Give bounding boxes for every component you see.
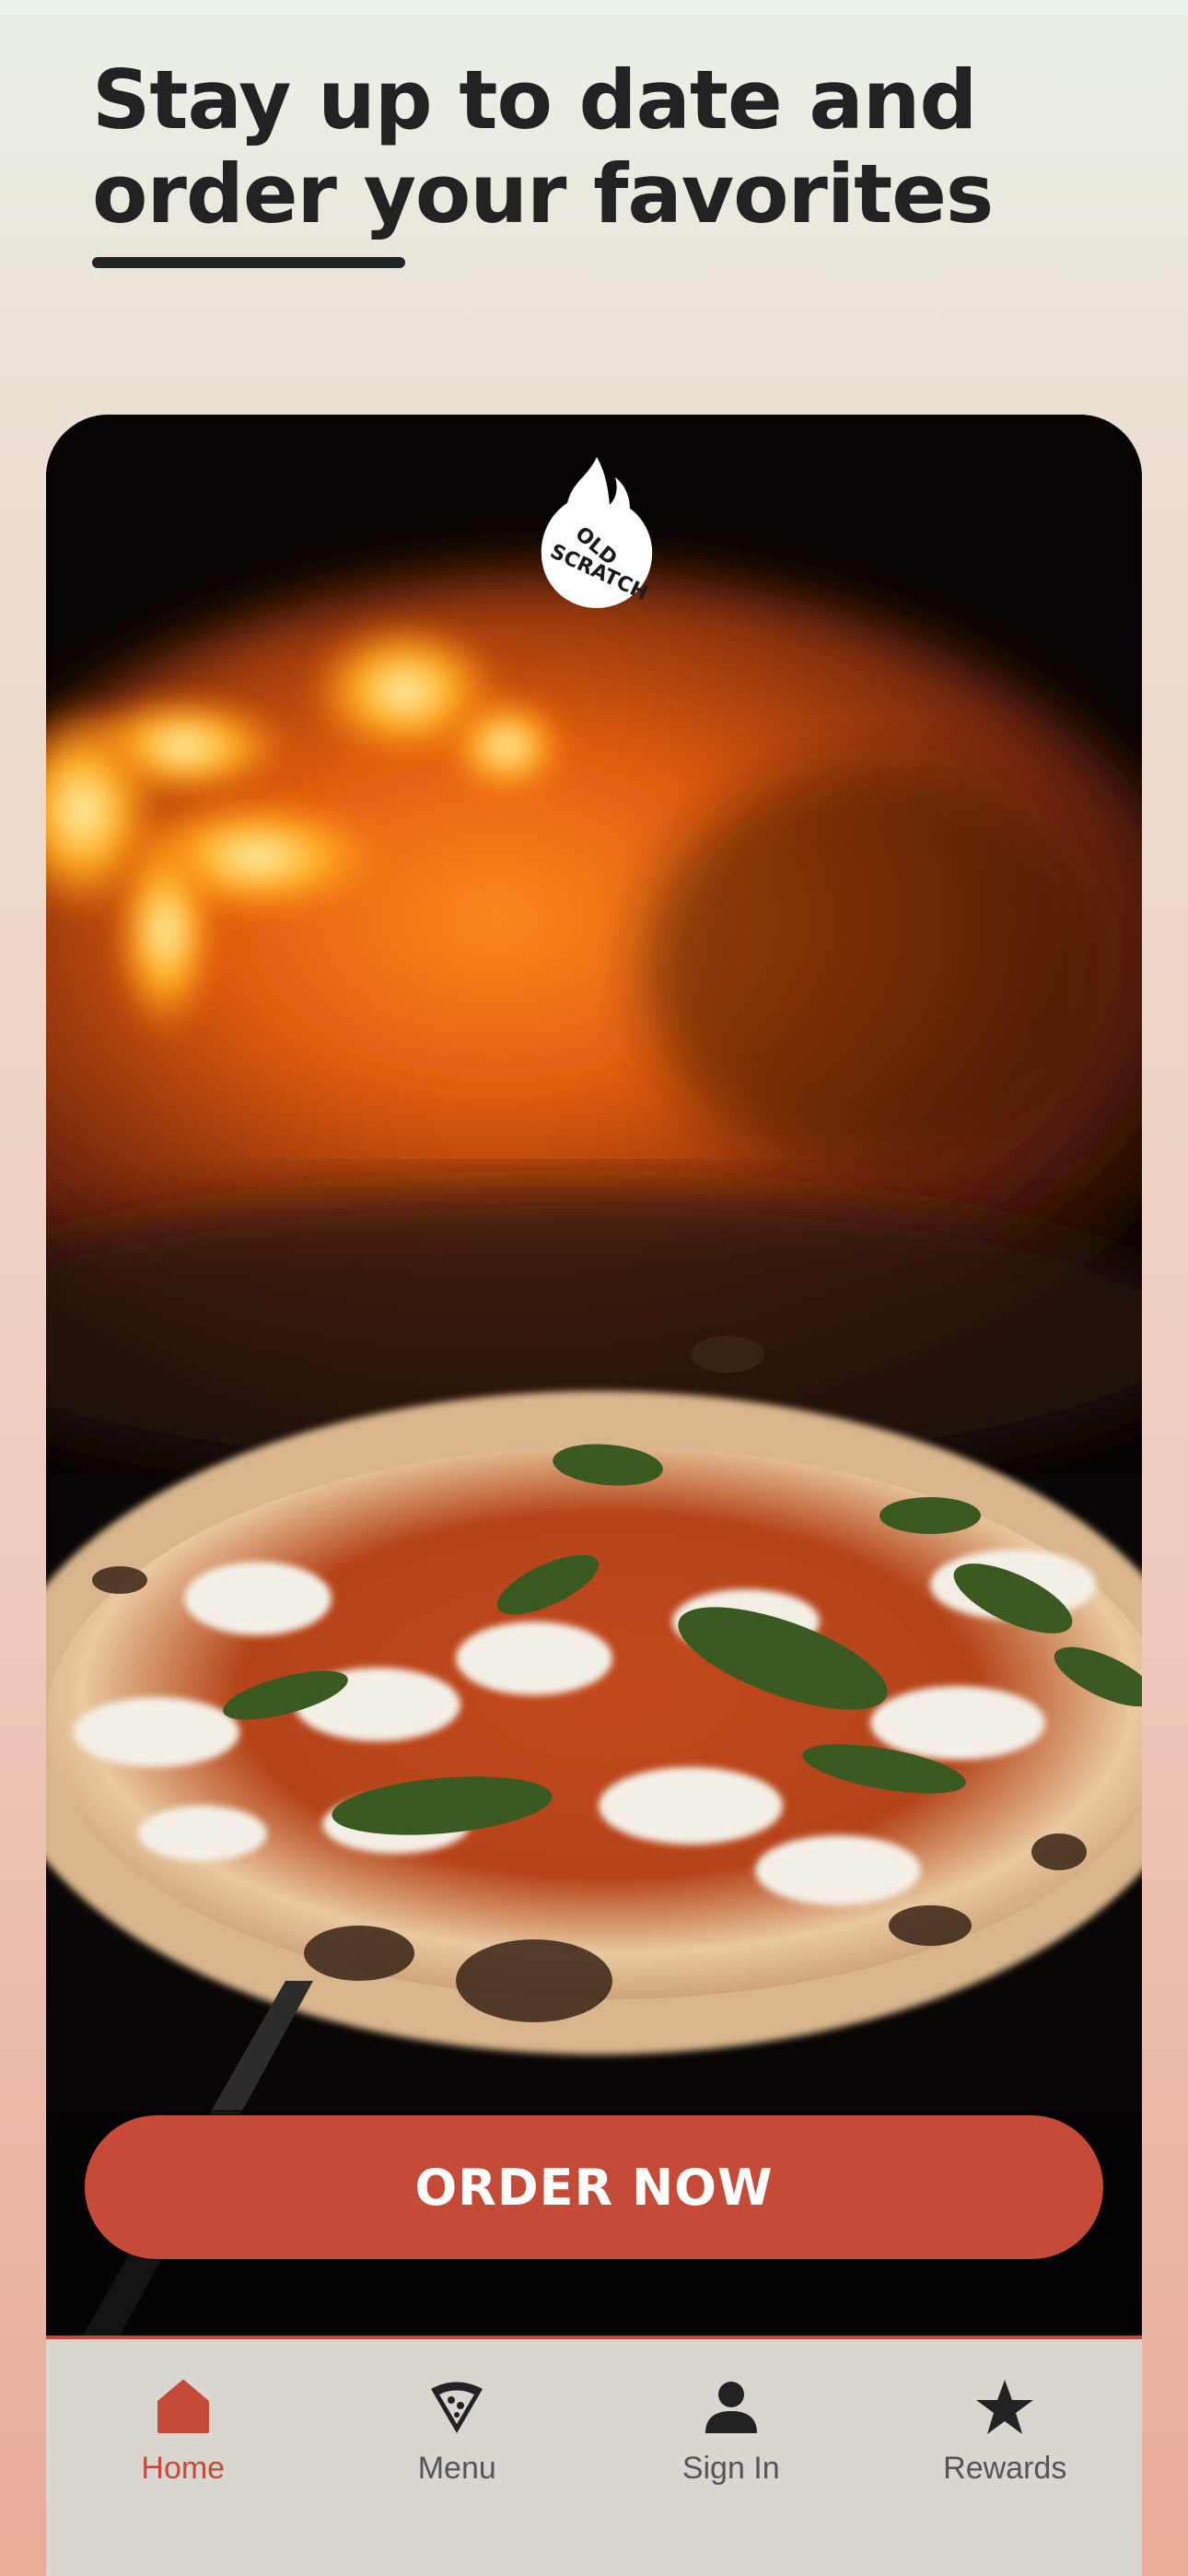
pizza-oven-photo	[46, 415, 1142, 2336]
tab-sign-in[interactable]: Sign In	[594, 2339, 868, 2576]
tab-rewards-label: Rewards	[943, 2451, 1067, 2486]
pizza-slice-icon	[431, 2382, 483, 2433]
page-title: Stay up to date and order your favorites	[92, 53, 1013, 241]
tab-home[interactable]: Home	[46, 2339, 320, 2576]
title-line-2: order your favorites	[92, 146, 994, 241]
bottom-tab-bar: Home Menu Sign In Rewards	[46, 2336, 1142, 2576]
home-icon	[157, 2380, 209, 2433]
tab-home-label: Home	[141, 2451, 226, 2486]
title-line-1: Stay up to date and	[92, 53, 977, 147]
tab-sign-in-label: Sign In	[681, 2451, 780, 2486]
order-now-button[interactable]: ORDER NOW	[85, 2115, 1103, 2259]
tab-menu[interactable]: Menu	[320, 2339, 595, 2576]
star-icon	[976, 2380, 1034, 2434]
hero-card: OLD SCRATCH ORDER NOW Home Menu Sign In …	[46, 415, 1142, 2576]
person-icon	[705, 2382, 757, 2433]
tab-menu-label: Menu	[417, 2451, 496, 2486]
tab-rewards[interactable]: Rewards	[868, 2339, 1143, 2576]
title-underline	[92, 257, 405, 268]
old-scratch-logo: OLD SCRATCH	[534, 457, 659, 610]
